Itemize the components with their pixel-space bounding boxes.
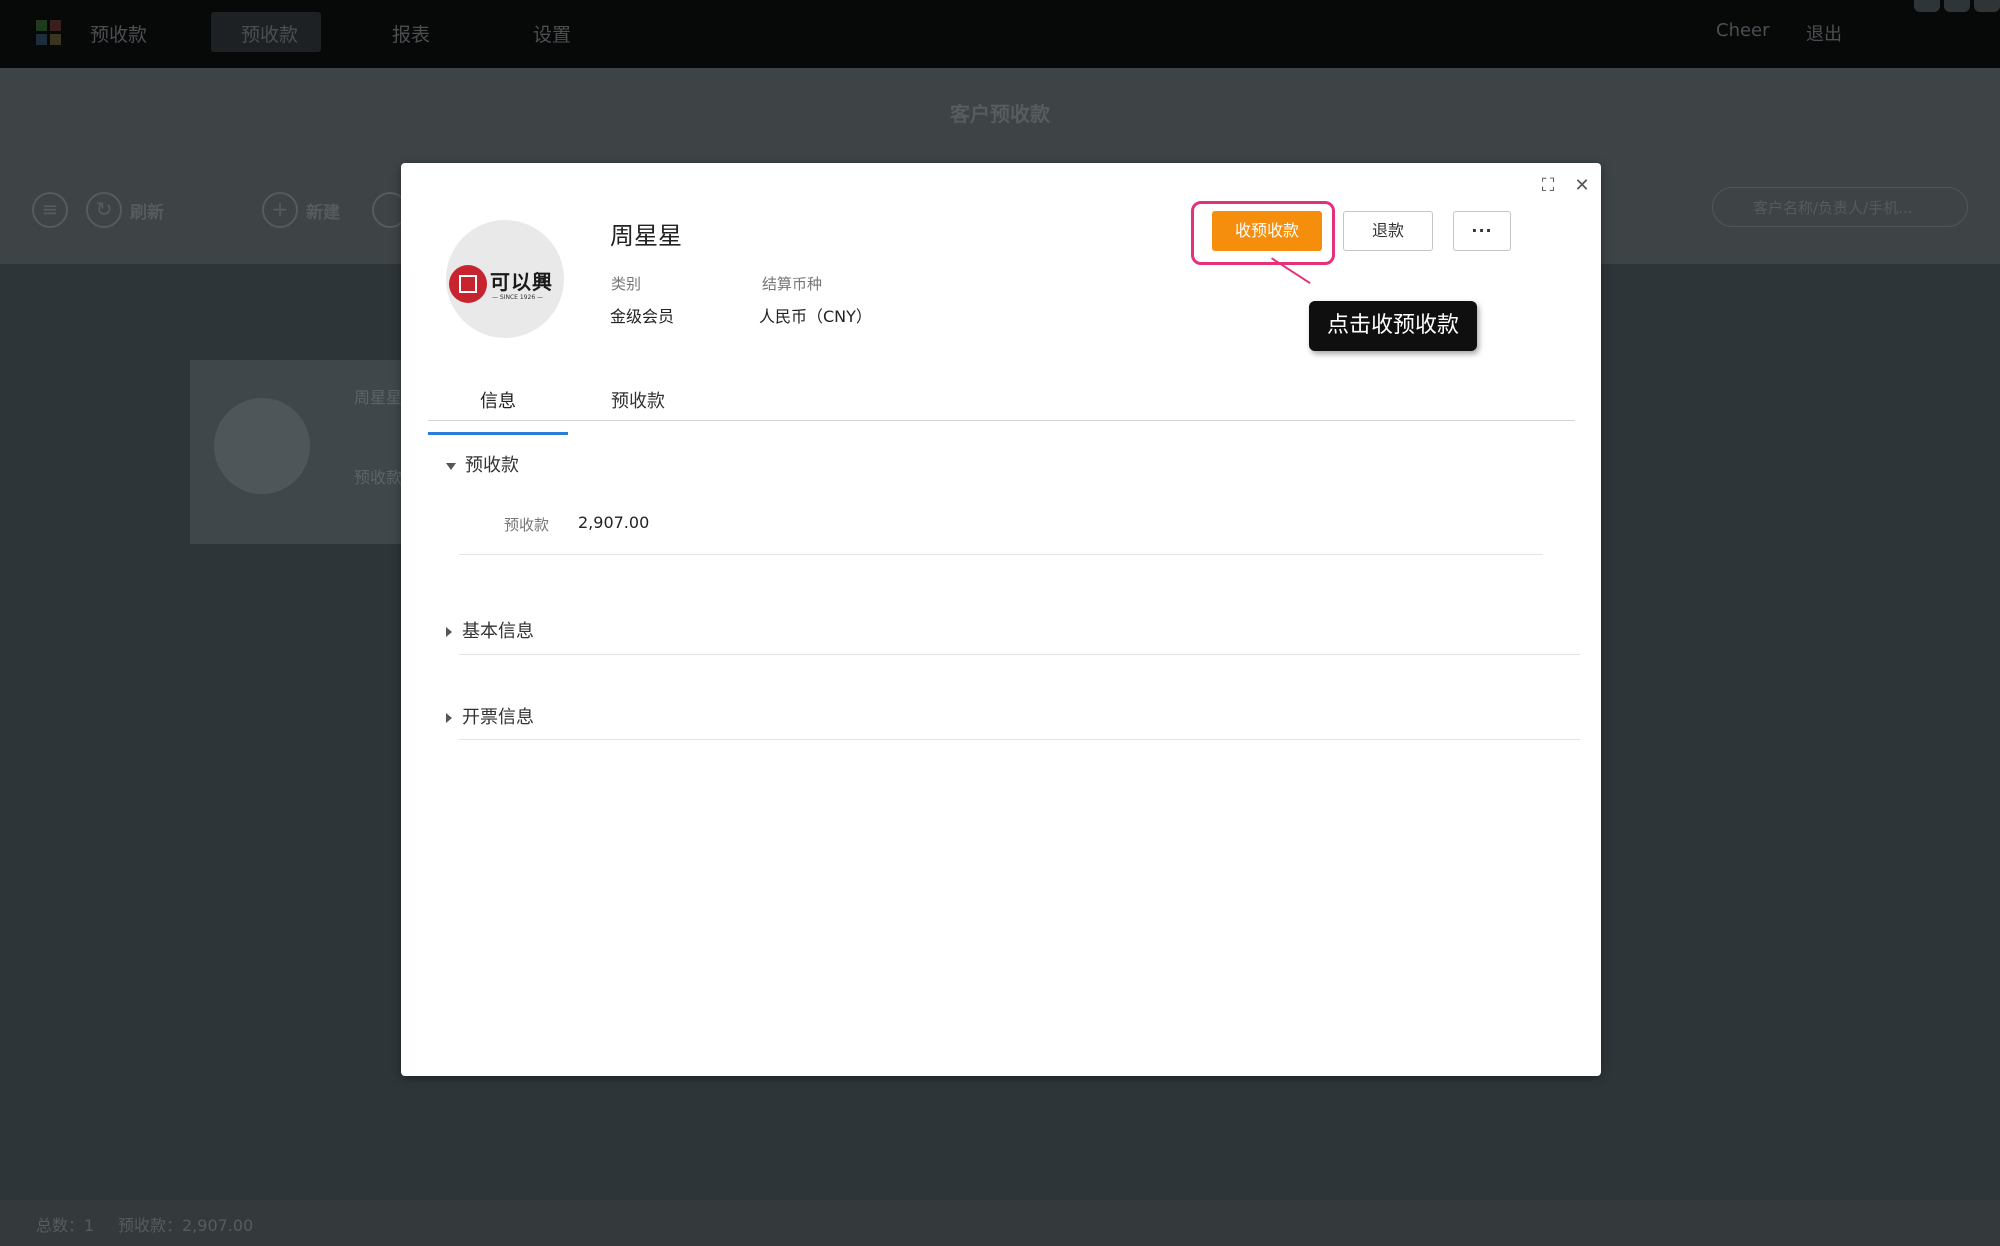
section-prepaid-header[interactable]: 预收款 [446,451,519,477]
category-label: 类别 [611,275,642,293]
window-close-icon[interactable] [1974,0,2000,12]
brand-seal-icon [449,265,487,303]
prepaid-field-label: 预收款 [504,516,550,534]
close-icon[interactable]: ✕ [1571,175,1593,197]
receive-prepayment-button[interactable]: 收预收款 [1212,211,1322,251]
customer-avatar: 可以興 — SINCE 1926 — [446,220,564,338]
guide-tooltip: 点击收预收款 [1309,301,1478,351]
section-prepaid-title: 预收款 [465,455,519,476]
app-logo-icon [36,20,62,46]
customer-card-field: 预收款 [354,468,403,487]
logout-link[interactable]: 退出 [1806,20,1842,46]
section-basic-header[interactable]: 基本信息 [446,617,534,643]
customer-detail-dialog: ⛶ ✕ 可以興 — SINCE 1926 — 周星星 类别 金级会员 结算币种 … [401,163,1601,1076]
user-name[interactable]: Cheer [1716,20,1770,41]
tab-info[interactable]: 信息 [428,386,568,435]
minimize-icon[interactable] [1914,0,1940,12]
customer-card-name: 周星星 [354,388,403,407]
total-count: 总数：1 [36,1216,95,1235]
add-icon[interactable]: + [262,192,298,228]
caret-right-icon [446,627,452,637]
currency-label: 结算币种 [762,275,823,293]
brand-logo-text: 可以興 [490,270,553,294]
menu-icon[interactable]: ≡ [32,192,68,228]
more-actions-button[interactable]: ··· [1453,211,1511,251]
search-input[interactable]: 客户名称/负责人/手机... [1712,187,1968,227]
section-invoice-header[interactable]: 开票信息 [446,703,534,729]
nav-tab-settings[interactable]: 设置 [533,20,571,47]
maximize-icon[interactable] [1944,0,1970,12]
page-title: 客户预收款 [950,102,1050,126]
nav-tab-prepaid[interactable]: 预收款 [241,20,298,47]
status-bar: 总数：1 预收款：2,907.00 [0,1200,2000,1246]
top-navigation-bar: 预收款 预收款 报表 设置 Cheer 退出 [0,0,2000,68]
fullscreen-icon[interactable]: ⛶ [1537,175,1559,197]
divider [459,654,1580,655]
customer-name: 周星星 [610,222,682,250]
caret-right-icon [446,713,452,723]
divider [459,554,1543,555]
tab-prepaid[interactable]: 预收款 [568,386,708,432]
section-basic-title: 基本信息 [462,621,534,642]
refresh-icon[interactable]: ↻ [86,192,122,228]
category-value: 金级会员 [610,307,675,326]
nav-tab-reports[interactable]: 报表 [392,20,430,47]
customer-card[interactable]: 周星星 预收款 [190,360,410,544]
total-prepaid: 预收款：2,907.00 [118,1216,254,1235]
brand-logo-subtitle: — SINCE 1926 — [492,294,544,301]
prepaid-field-value: 2,907.00 [578,513,650,532]
app-title: 预收款 [90,24,148,46]
avatar [214,398,310,494]
caret-down-icon [446,462,456,470]
refresh-button[interactable]: 刷新 [130,198,164,223]
divider [459,739,1580,740]
refund-button[interactable]: 退款 [1343,211,1433,251]
currency-value: 人民币（CNY） [759,307,872,326]
create-button[interactable]: 新建 [306,198,340,223]
section-invoice-title: 开票信息 [462,707,534,728]
